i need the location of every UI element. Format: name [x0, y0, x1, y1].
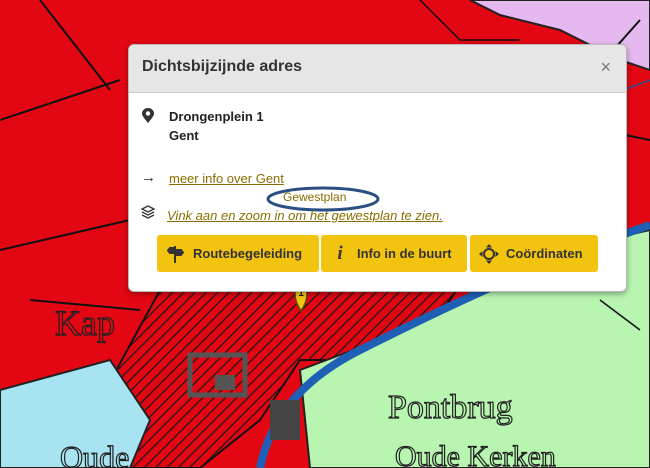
map-label-kap: Kap: [55, 303, 115, 343]
map-pin-icon: [142, 108, 154, 123]
popup-header: Dichtsbijzijnde adres ×: [129, 45, 626, 93]
gewestplan-zoom-link[interactable]: Vink aan en zoom in om het gewestplan te…: [167, 208, 443, 223]
address-popup: Dichtsbijzijnde adres × Drongenplein 1 G…: [128, 44, 627, 292]
info-icon: i: [337, 242, 343, 264]
route-button[interactable]: Routebegeleiding: [157, 235, 319, 272]
address-block: Drongenplein 1 Gent: [169, 107, 264, 145]
route-button-label: Routebegeleiding: [193, 246, 303, 261]
route-sign-icon: [165, 243, 187, 265]
arrow-right-icon: →: [141, 169, 156, 186]
popup-title: Dichtsbijzijnde adres: [142, 58, 303, 75]
info-nearby-button[interactable]: i Info in de buurt: [321, 235, 467, 272]
close-icon[interactable]: ×: [600, 57, 611, 78]
layers-icon: [141, 205, 155, 219]
map-label-pontbrug: Pontbrug: [388, 389, 513, 426]
address-street: Drongenplein 1: [169, 109, 264, 124]
map-label-oude-kerken: Oude Kerken: [395, 440, 556, 468]
crosshair-icon: [478, 243, 500, 265]
coordinates-button-label: Coördinaten: [506, 246, 583, 261]
more-info-link[interactable]: meer info over Gent: [169, 171, 284, 186]
map-label-oude-left: Oude: [60, 439, 129, 468]
coordinates-button[interactable]: Coördinaten: [470, 235, 598, 272]
info-nearby-button-label: Info in de buurt: [357, 246, 452, 261]
address-city: Gent: [169, 128, 199, 143]
